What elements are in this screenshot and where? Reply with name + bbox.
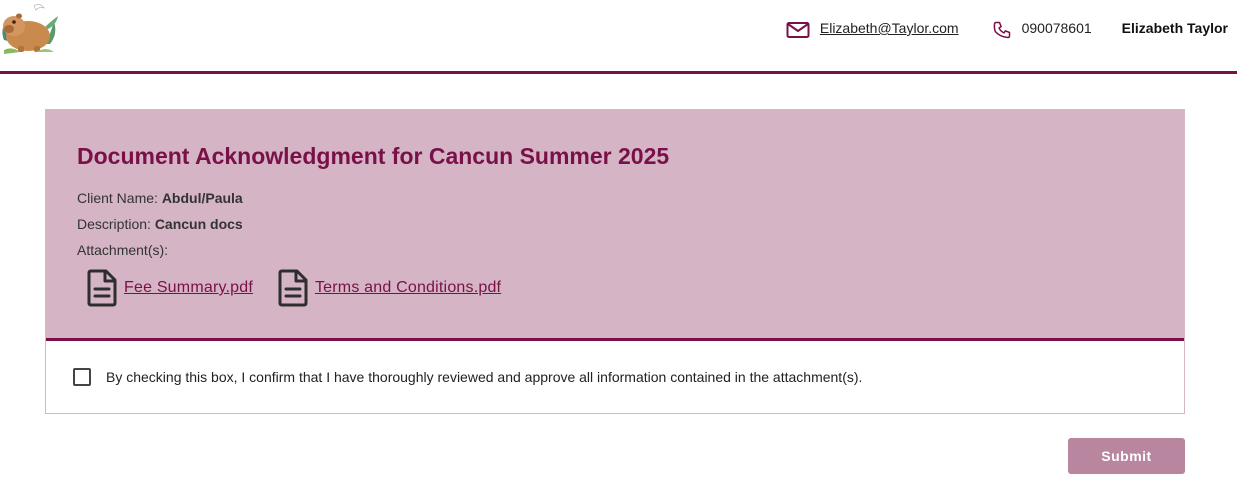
attachment-item[interactable]: Fee Summary.pdf xyxy=(84,267,253,309)
mail-icon xyxy=(786,22,810,38)
attachment-item[interactable]: Terms and Conditions.pdf xyxy=(275,267,501,309)
client-name-line: Client Name: Abdul/Paula xyxy=(77,190,243,206)
page-title: Document Acknowledgment for Cancun Summe… xyxy=(77,143,670,169)
description-value: Cancun docs xyxy=(154,216,243,232)
phone-number: 090078601 xyxy=(1021,20,1092,36)
email-link[interactable]: Elizabeth@Taylor.com xyxy=(820,20,959,36)
submit-button[interactable]: Submit xyxy=(1068,438,1185,474)
contact-info: Elizabeth@Taylor.com 090078601 Elizabeth… xyxy=(786,16,1228,40)
document-info-panel: Document Acknowledgment for Cancun Summe… xyxy=(46,110,1184,341)
file-document-icon xyxy=(87,269,117,307)
client-name-value: Abdul/Paula xyxy=(161,190,243,206)
attachment-link-terms[interactable]: Terms and Conditions.pdf xyxy=(315,279,501,297)
attachment-list: Fee Summary.pdf Terms and Conditions.pdf xyxy=(84,267,523,309)
confirm-checkbox[interactable] xyxy=(73,368,91,386)
description-line: Description: Cancun docs xyxy=(77,216,243,232)
confirmation-row: By checking this box, I confirm that I h… xyxy=(73,368,862,386)
phone-icon xyxy=(993,21,1010,39)
confirm-text: By checking this box, I confirm that I h… xyxy=(106,369,863,385)
file-document-icon xyxy=(278,269,308,307)
attachment-link-fee-summary[interactable]: Fee Summary.pdf xyxy=(124,279,253,297)
email-contact: Elizabeth@Taylor.com xyxy=(786,16,992,40)
top-header: Elizabeth@Taylor.com 090078601 Elizabeth… xyxy=(0,0,1237,74)
user-name[interactable]: Elizabeth Taylor xyxy=(1122,20,1228,36)
client-name-label: Client Name: xyxy=(77,190,162,206)
attachments-label: Attachment(s): xyxy=(77,242,169,258)
capybara-logo[interactable] xyxy=(0,0,60,56)
description-label: Description: xyxy=(77,216,155,232)
phone-contact: 090078601 xyxy=(992,16,1122,40)
acknowledgment-card: Document Acknowledgment for Cancun Summe… xyxy=(45,109,1185,414)
